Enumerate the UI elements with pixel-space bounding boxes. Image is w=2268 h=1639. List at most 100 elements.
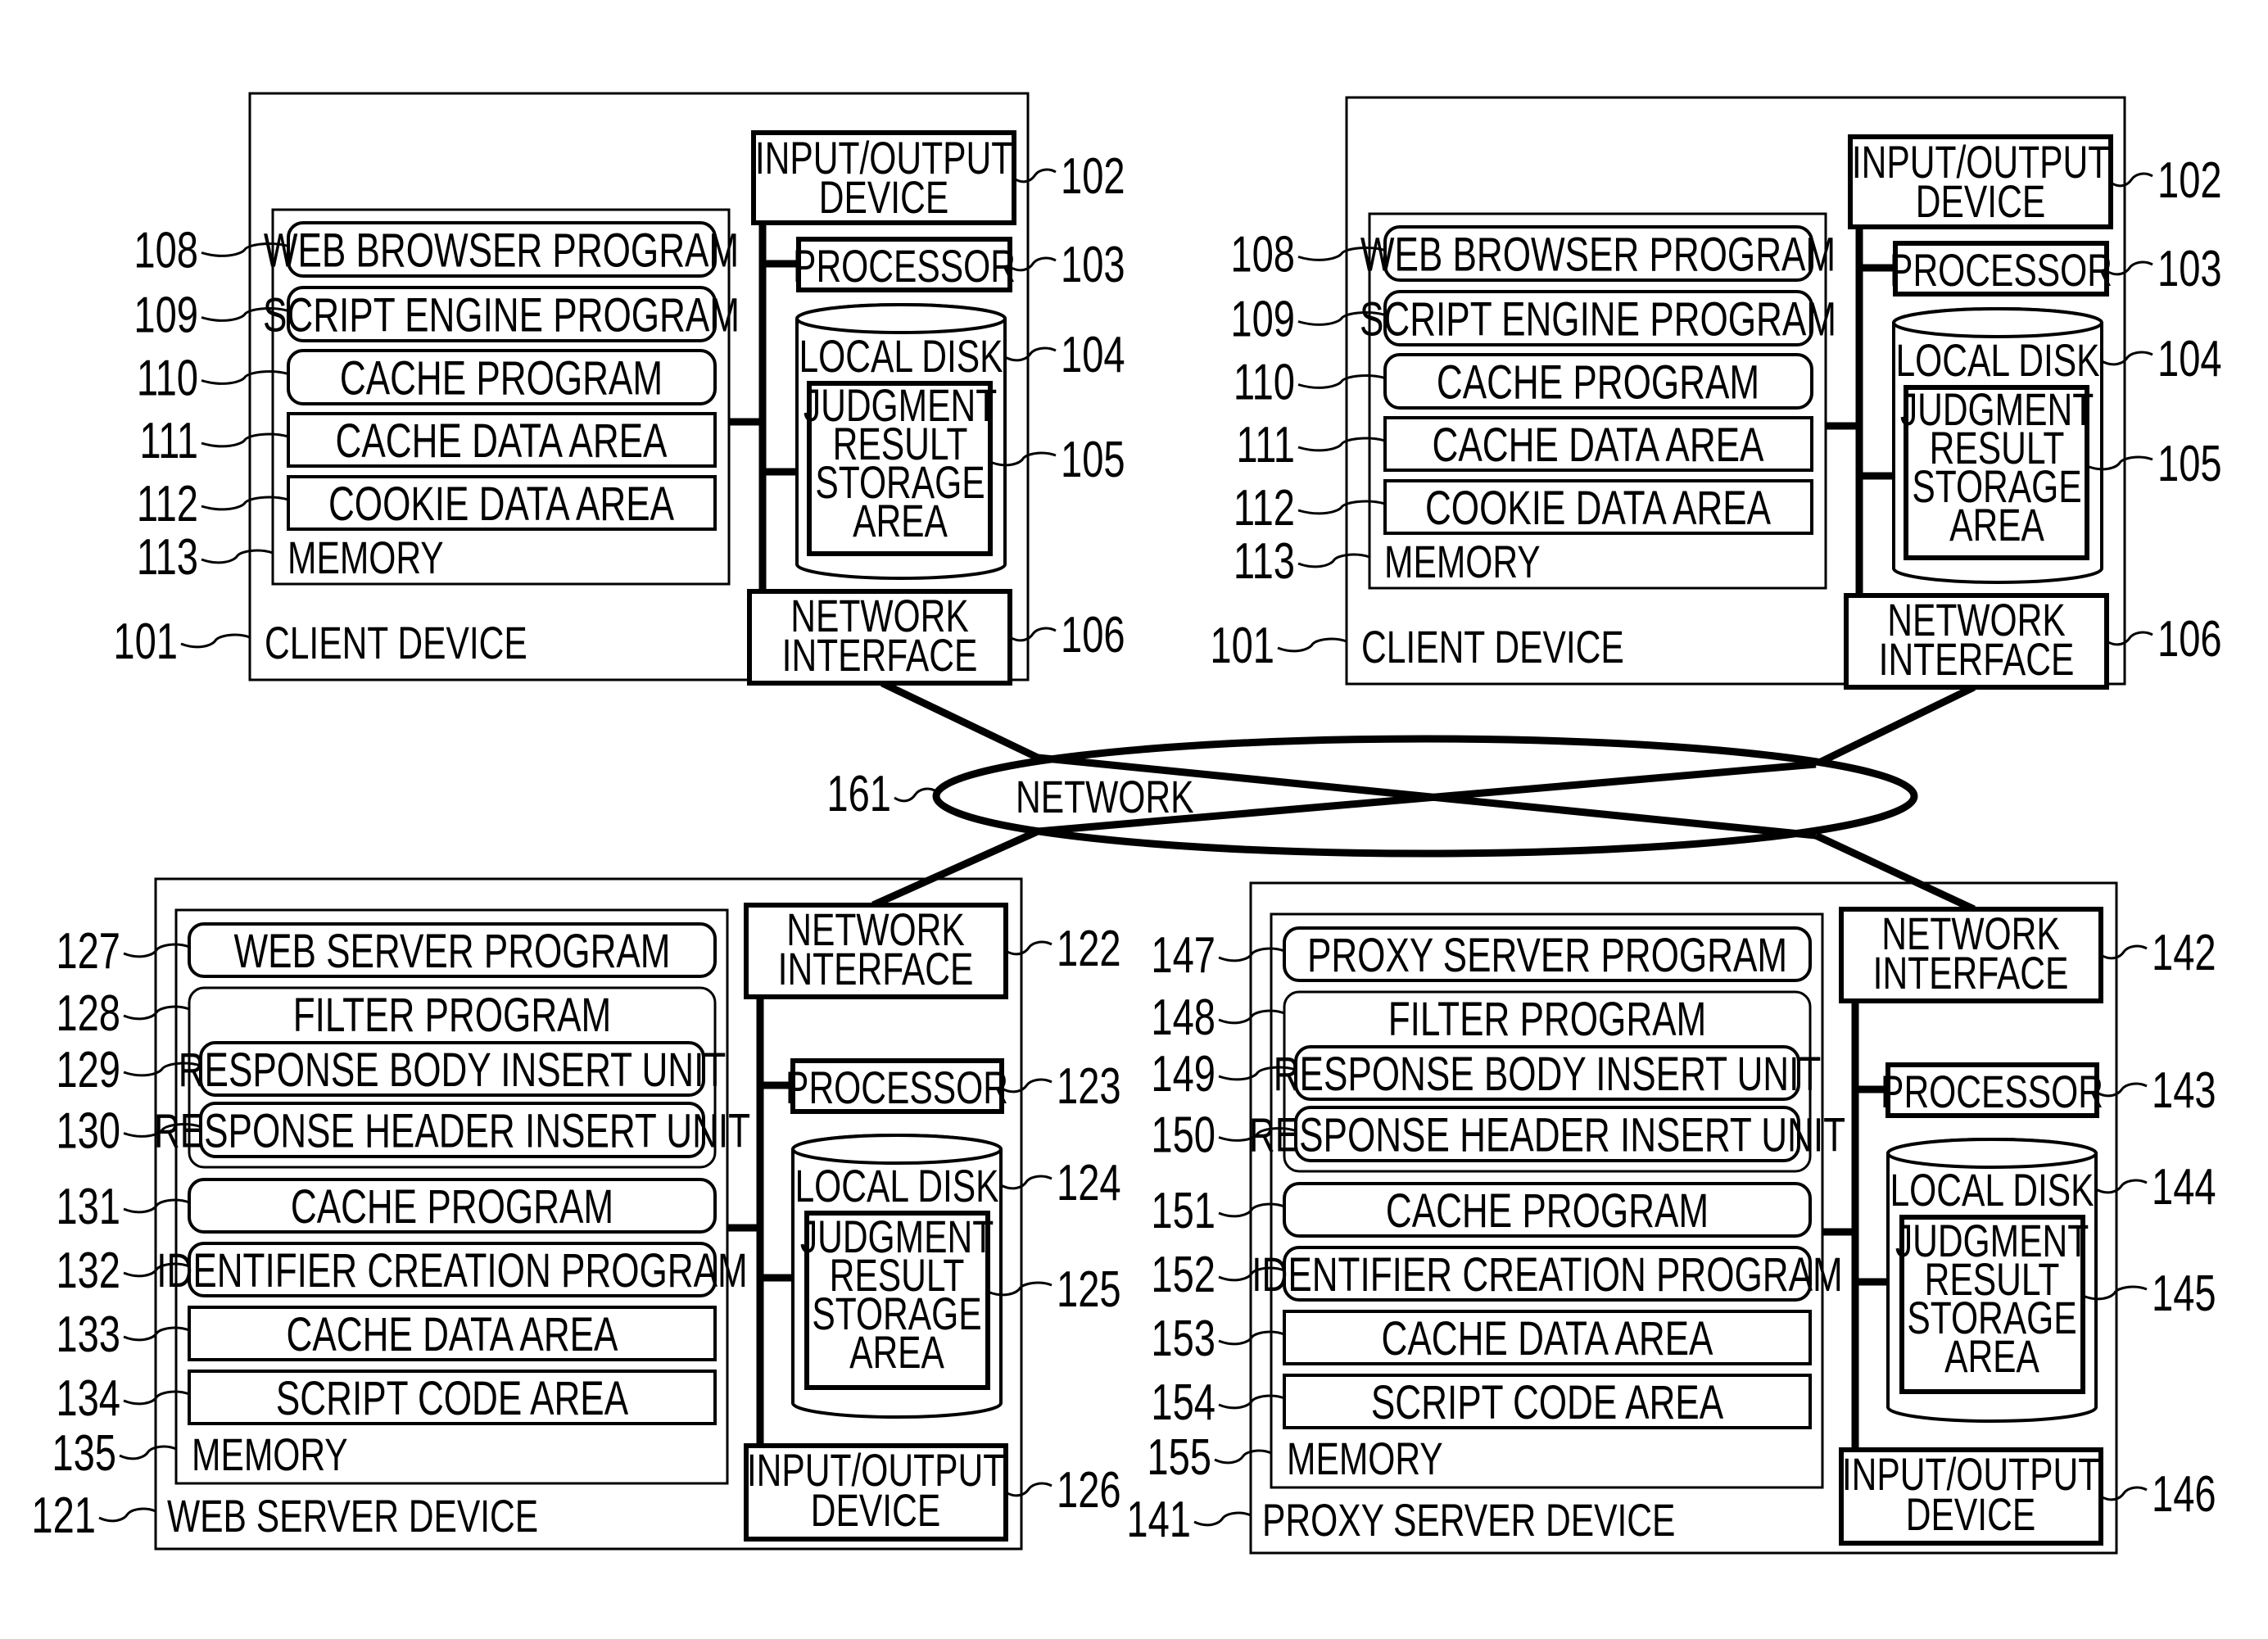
reference-numeral: 109 — [1230, 290, 1295, 347]
storage-area-label-line: AREA — [1944, 1330, 2040, 1382]
storage-area-label-line: AREA — [1949, 499, 2045, 550]
storage-area-label-line: AREA — [849, 1326, 945, 1378]
disk-top — [1886, 1138, 2098, 1169]
server-program-label: PROXY SERVER PROGRAM — [1307, 928, 1787, 981]
memory-item-label: WEB BROWSER PROGRAM — [1360, 228, 1836, 281]
reference-numeral: 109 — [134, 286, 198, 343]
memory-item-label: CACHE PROGRAM — [1437, 355, 1759, 409]
reference-numeral: 155 — [1147, 1428, 1211, 1486]
reference-numeral: 145 — [2152, 1265, 2216, 1322]
device-label: CLIENT DEVICE — [1361, 621, 1624, 672]
reference-numeral: 105 — [1061, 431, 1125, 488]
processor: PROCESSOR 103 — [1890, 240, 2222, 297]
filter-unit: RESPONSE HEADER INSERT UNIT 130 — [56, 1102, 750, 1159]
memory-item-label: SCRIPT CODE AREA — [276, 1371, 629, 1424]
reference-numeral: 108 — [1230, 225, 1295, 283]
memory-item: IDENTIFIER CREATION PROGRAM 132 — [56, 1242, 747, 1299]
reference-numeral: 123 — [1057, 1057, 1121, 1115]
processor: PROCESSOR 123 — [785, 1057, 1121, 1115]
io-device-label-line2: DEVICE — [1916, 175, 2045, 227]
reference-numeral: 112 — [137, 475, 198, 532]
reference-numeral: 104 — [1061, 326, 1125, 383]
memory-item-label: CACHE PROGRAM — [340, 351, 663, 405]
reference-numeral: 127 — [56, 922, 120, 980]
memory-item-label: COOKIE DATA AREA — [328, 477, 675, 530]
reference-numeral: 142 — [2152, 924, 2216, 981]
memory-item-label: CACHE PROGRAM — [291, 1179, 613, 1233]
reference-numeral: 102 — [1061, 147, 1125, 205]
memory-item: IDENTIFIER CREATION PROGRAM 152 — [1151, 1246, 1842, 1303]
memory-item-label: WEB BROWSER PROGRAM — [264, 224, 739, 277]
reference-numeral: 141 — [1126, 1491, 1191, 1548]
network-interface-label-line2: INTERFACE — [1873, 947, 2069, 998]
processor-label: PROCESSOR — [1890, 244, 2112, 296]
reference-numeral: 110 — [137, 349, 198, 406]
reference-numeral: 105 — [2157, 435, 2222, 492]
memory-item-label: SCRIPT ENGINE PROGRAM — [263, 288, 740, 342]
filter-unit-label: RESPONSE BODY INSERT UNIT — [1274, 1047, 1822, 1100]
reference-numeral: 134 — [56, 1370, 120, 1427]
reference-numeral: 122 — [1057, 920, 1121, 977]
reference-numeral: 146 — [2152, 1465, 2216, 1523]
reference-numeral: 106 — [1061, 606, 1125, 663]
filter-unit-label: RESPONSE BODY INSERT UNIT — [179, 1043, 727, 1096]
reference-numeral: 135 — [52, 1424, 116, 1482]
reference-numeral: 144 — [2152, 1158, 2216, 1216]
memory-item-label: IDENTIFIER CREATION PROGRAM — [1252, 1247, 1842, 1301]
disk-top — [795, 303, 1007, 334]
filter-unit-label: RESPONSE HEADER INSERT UNIT — [1249, 1108, 1845, 1161]
memory-label: MEMORY — [1287, 1433, 1443, 1484]
memory-item-label: COOKIE DATA AREA — [1425, 481, 1772, 534]
reference-numeral: 104 — [2157, 330, 2222, 387]
memory-item-label: CACHE PROGRAM — [1386, 1184, 1709, 1237]
reference-numeral: 103 — [2157, 240, 2222, 297]
memory-item-label: CACHE DATA AREA — [287, 1307, 618, 1361]
storage-area-label-line: AREA — [853, 495, 948, 546]
reference-numeral: 126 — [1057, 1461, 1121, 1519]
local-disk-label: LOCAL DISK — [799, 330, 1003, 382]
processor-label: PROCESSOR — [785, 1062, 1008, 1113]
reference-numeral: 153 — [1151, 1310, 1215, 1367]
reference-numeral: 133 — [56, 1306, 120, 1363]
network-interface-label-line2: INTERFACE — [782, 629, 978, 681]
filter-program-label: FILTER PROGRAM — [293, 988, 611, 1041]
memory-item-label: IDENTIFIER CREATION PROGRAM — [156, 1243, 747, 1297]
reference-numeral: 154 — [1151, 1374, 1215, 1431]
reference-numeral: 148 — [1151, 989, 1215, 1046]
io-device-label-line2: DEVICE — [819, 171, 948, 223]
reference-numeral: 152 — [1151, 1246, 1215, 1303]
reference-numeral: 124 — [1057, 1154, 1121, 1211]
reference-numeral: 103 — [1061, 236, 1125, 293]
filter-unit-label: RESPONSE HEADER INSERT UNIT — [154, 1104, 750, 1157]
reference-numeral: 131 — [56, 1178, 120, 1235]
reference-numeral: 113 — [137, 528, 198, 586]
disk-top — [1892, 307, 2103, 338]
io-device-label-line2: DEVICE — [1906, 1488, 2035, 1540]
reference-numeral: 108 — [134, 221, 198, 278]
reference-numeral: 130 — [56, 1102, 120, 1159]
processor-label: PROCESSOR — [793, 240, 1016, 292]
local-disk-label: LOCAL DISK — [1895, 334, 2099, 386]
device-label: CLIENT DEVICE — [265, 617, 527, 668]
reference-numeral: 102 — [2157, 152, 2222, 209]
reference-numeral: 111 — [1236, 416, 1295, 473]
device-label: PROXY SERVER DEVICE — [1262, 1494, 1675, 1546]
memory-item-label: CACHE DATA AREA — [1382, 1311, 1713, 1365]
device-label: WEB SERVER DEVICE — [167, 1490, 538, 1542]
local-disk-label: LOCAL DISK — [794, 1160, 998, 1211]
memory-item-label: SCRIPT CODE AREA — [1371, 1375, 1724, 1428]
reference-numeral: 106 — [2157, 610, 2222, 668]
filter-program-label: FILTER PROGRAM — [1388, 992, 1706, 1045]
local-disk-label: LOCAL DISK — [1890, 1164, 2094, 1216]
memory-item-label: SCRIPT ENGINE PROGRAM — [1360, 292, 1836, 346]
reference-numeral: 161 — [826, 765, 891, 822]
memory-item-label: CACHE DATA AREA — [1433, 418, 1764, 471]
reference-numeral: 132 — [56, 1242, 120, 1299]
processor-label: PROCESSOR — [1881, 1066, 2103, 1117]
reference-numeral: 101 — [113, 613, 178, 670]
reference-numeral: 113 — [1234, 532, 1295, 590]
memory-label: MEMORY — [287, 532, 444, 583]
memory-label: MEMORY — [1384, 536, 1541, 587]
reference-numeral: 101 — [1210, 617, 1274, 674]
filter-unit: RESPONSE HEADER INSERT UNIT 150 — [1151, 1106, 1845, 1163]
